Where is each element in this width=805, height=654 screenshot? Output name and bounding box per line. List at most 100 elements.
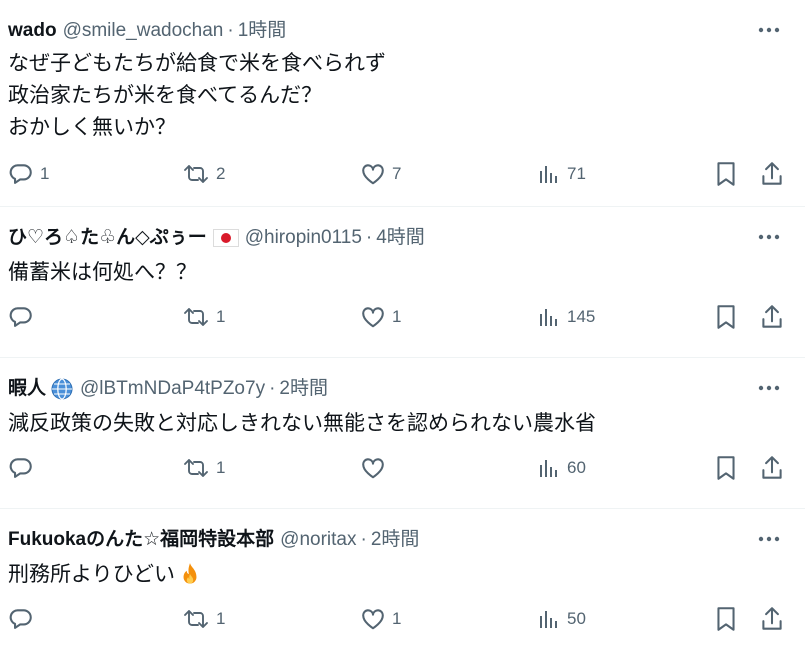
bar-chart-icon <box>540 309 557 326</box>
more-options-button[interactable] <box>755 375 783 401</box>
share-icon <box>762 162 782 185</box>
like-button[interactable]: 7 <box>360 159 401 189</box>
tweet-header: Fukuokaのんた☆福岡特設本部 @noritax · 2時間 <box>8 527 793 553</box>
retweet-button[interactable]: 1 <box>182 302 225 332</box>
reply-bubble-icon <box>9 609 32 629</box>
author-handle[interactable]: @lBTmNDaP4tPZo7y <box>80 376 265 402</box>
bookmark-button[interactable] <box>713 159 739 189</box>
tweet-text: 備蓄米は何処へ？？ <box>8 261 197 284</box>
reply-button[interactable] <box>8 302 40 332</box>
share-button[interactable] <box>759 159 785 189</box>
bookmark-icon <box>717 607 735 631</box>
retweet-icon <box>184 610 208 628</box>
separator-dot: · <box>360 529 367 550</box>
share-button[interactable] <box>759 302 785 332</box>
tweet-header: wado @smile_wadochan · 1時間 <box>8 18 793 44</box>
action-bar: 1 1 50 <box>0 604 805 634</box>
bookmark-icon <box>717 162 735 186</box>
separator-dot: · <box>365 227 373 248</box>
tweet[interactable]: wado @smile_wadochan · 1時間 なぜ子どもたちが給食で米を… <box>0 0 805 207</box>
tweet[interactable]: ひ♡ろ♤た♧ん◇ぷぅー @hiropin0115 · 4時間 備蓄米は何処へ？？… <box>0 207 805 358</box>
timestamp[interactable]: 4時間 <box>376 225 425 251</box>
japan-flag-icon <box>212 229 239 247</box>
retweet-icon <box>184 459 208 477</box>
retweet-count: 1 <box>216 458 226 477</box>
retweet-button[interactable]: 1 <box>182 453 225 483</box>
heart-icon <box>362 458 384 479</box>
like-button[interactable]: 1 <box>360 302 401 332</box>
author-handle[interactable]: @smile_wadochan <box>63 18 224 44</box>
bar-chart-icon <box>540 611 557 628</box>
reply-button[interactable] <box>8 604 40 634</box>
heart-icon <box>362 164 384 185</box>
more-options-button[interactable] <box>755 526 783 552</box>
reply-button[interactable]: 1 <box>8 159 49 189</box>
tweet-text: 減反政策の失敗と対応しきれない無能さを認められない農水省 <box>8 412 596 435</box>
author-handle[interactable]: @noritax <box>280 527 356 553</box>
retweet-button[interactable]: 2 <box>182 159 225 189</box>
bookmark-button[interactable] <box>713 604 739 634</box>
like-button[interactable]: 1 <box>360 604 401 634</box>
retweet-count: 1 <box>216 307 226 326</box>
more-options-button[interactable] <box>755 224 783 250</box>
share-icon <box>762 305 782 328</box>
reply-bubble-icon <box>9 307 32 327</box>
retweet-icon <box>184 308 208 326</box>
more-options-button[interactable] <box>755 17 783 43</box>
like-count: 7 <box>392 164 402 183</box>
more-horizontal-icon <box>758 385 780 391</box>
view-count: 60 <box>567 458 586 477</box>
views-button[interactable]: 145 <box>537 302 595 332</box>
author-name[interactable]: Fukuokaのんた☆福岡特設本部 <box>8 527 274 553</box>
retweet-button[interactable]: 1 <box>182 604 225 634</box>
reply-bubble-icon <box>9 164 32 184</box>
timestamp[interactable]: 2時間 <box>371 527 420 553</box>
share-button[interactable] <box>759 453 785 483</box>
like-button[interactable] <box>360 453 392 483</box>
bookmark-icon <box>717 456 735 480</box>
timestamp[interactable]: 1時間 <box>238 18 287 44</box>
timestamp[interactable]: 2時間 <box>279 376 328 402</box>
retweet-count: 2 <box>216 164 226 183</box>
more-horizontal-icon <box>758 536 780 542</box>
action-bar: 1 2 7 71 <box>0 159 805 189</box>
tweet-text-wrap: 刑務所よりひどい <box>8 559 793 591</box>
bookmark-button[interactable] <box>713 453 739 483</box>
separator-dot: · <box>269 378 276 399</box>
like-count: 1 <box>392 609 402 628</box>
view-count: 71 <box>567 164 586 183</box>
author-name[interactable]: wado <box>8 18 57 44</box>
author-name[interactable]: ひ♡ろ♤た♧ん◇ぷぅー <box>8 225 207 251</box>
tweet[interactable]: Fukuokaのんた☆福岡特設本部 @noritax · 2時間 刑務所よりひど… <box>0 509 805 654</box>
more-horizontal-icon <box>758 27 780 33</box>
views-button[interactable]: 71 <box>537 159 586 189</box>
bookmark-button[interactable] <box>713 302 739 332</box>
retweet-icon <box>184 165 208 183</box>
bar-chart-icon <box>540 460 557 477</box>
tweet-text: なぜ子どもたちが給食で米を食べられず 政治家たちが米を食べてるんだ？ おかしく無… <box>8 52 386 139</box>
separator-dot: · <box>227 20 234 41</box>
views-button[interactable]: 50 <box>537 604 586 634</box>
reply-button[interactable] <box>8 453 40 483</box>
tweet-text: 刑務所よりひどい <box>8 563 175 586</box>
like-count: 1 <box>392 307 402 326</box>
bookmark-icon <box>717 305 735 329</box>
reply-bubble-icon <box>9 458 32 478</box>
share-icon <box>762 607 782 630</box>
reply-feed: wado @smile_wadochan · 1時間 なぜ子どもたちが給食で米を… <box>0 0 805 654</box>
heart-icon <box>362 307 384 328</box>
views-button[interactable]: 60 <box>537 453 586 483</box>
share-icon <box>762 456 782 479</box>
tweet[interactable]: 暇人 @lBTmNDaP4tPZo7y · 2時間 減反政策の失敗と対応しきれな… <box>0 358 805 509</box>
retweet-count: 1 <box>216 609 226 628</box>
action-bar: 1 60 <box>0 453 805 483</box>
author-name[interactable]: 暇人 <box>8 376 46 402</box>
share-button[interactable] <box>759 604 785 634</box>
more-horizontal-icon <box>758 234 780 240</box>
globe-icon <box>50 377 74 401</box>
fire-icon <box>177 561 203 589</box>
tweet-header: 暇人 @lBTmNDaP4tPZo7y · 2時間 <box>8 376 793 402</box>
heart-icon <box>362 609 384 630</box>
view-count: 50 <box>567 609 586 628</box>
author-handle[interactable]: @hiropin0115 <box>245 225 362 251</box>
